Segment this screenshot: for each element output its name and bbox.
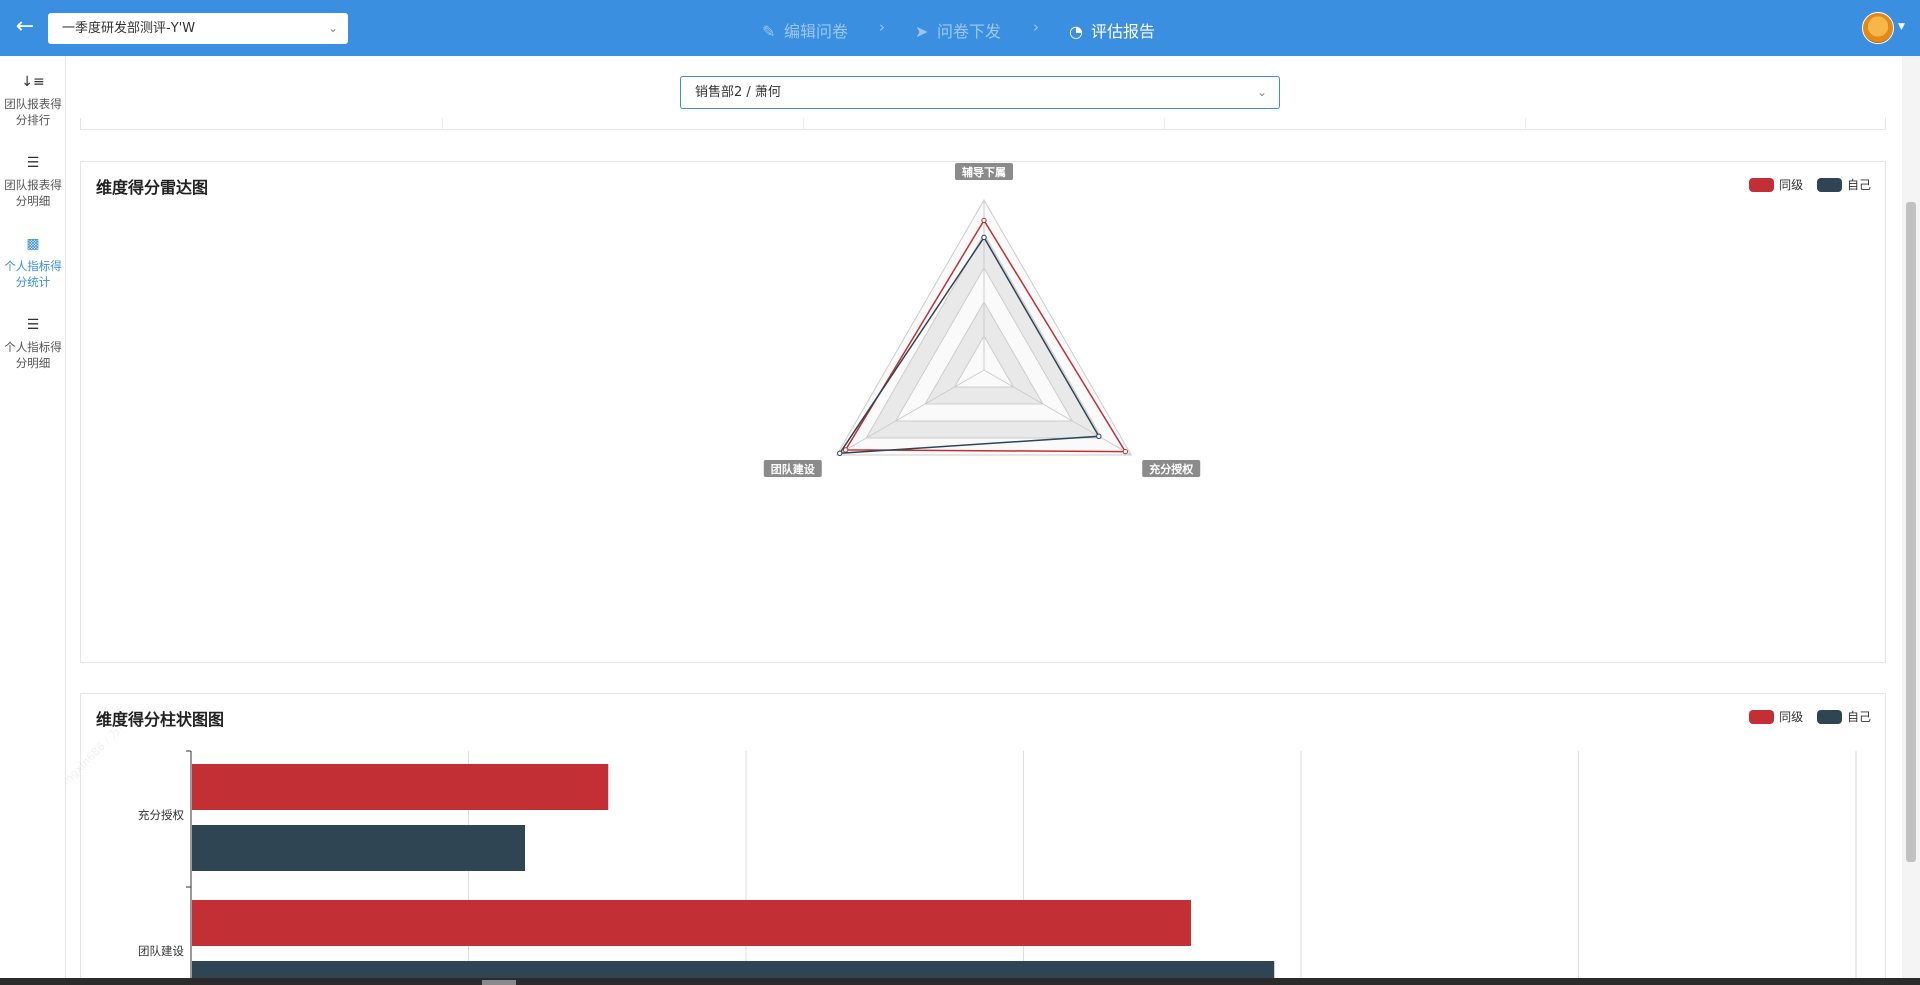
pencil-icon: ✎ [762, 22, 776, 41]
top-bar: ← 一季度研发部测评-Y'W ⌄ ✎ 编辑问卷 › ➤ 问卷下发 › ◔ 评估报告 ▼ [0, 0, 1920, 56]
step-distribute-survey[interactable]: ➤ 问卷下发 [915, 18, 1001, 42]
scrollbar-thumb[interactable] [1906, 202, 1916, 862]
caret-down-icon[interactable]: ▼ [1898, 22, 1905, 32]
chevron-down-icon: ⌄ [1256, 85, 1267, 99]
step-label: 编辑问卷 [784, 22, 849, 41]
radar-label-text: 充分授权 [1149, 462, 1194, 476]
vertical-scrollbar[interactable] [1902, 56, 1920, 985]
previous-table-bottom [80, 118, 1886, 130]
bar-category-label: 团队建设 [138, 944, 184, 958]
list-icon: ☰ [26, 317, 40, 333]
chevron-right-icon: › [879, 18, 885, 36]
sort-desc-icon: ↓≡ [21, 74, 45, 90]
horizontal-scrollbar[interactable] [0, 978, 1920, 985]
radar-data-point [981, 234, 987, 241]
main-content: 销售部2 / 萧何 ⌄ 维度得分雷达图 同级 自己 辅导下属 充分授权 团队建设 维… [66, 56, 1902, 985]
radar-indicator-label: 辅导下属 [955, 163, 1013, 180]
bar [192, 764, 609, 810]
bar-chart-icon: ▩ [26, 236, 40, 252]
nav-item-label: 个人指标得分统计 [4, 259, 62, 289]
survey-select-value: 一季度研发部测评-Y'W [62, 21, 196, 36]
bar [192, 900, 1191, 946]
radar-chart-card: 维度得分雷达图 同级 自己 辅导下属 充分授权 团队建设 [80, 161, 1886, 663]
radar-label-text: 辅导下属 [962, 165, 1006, 179]
chevron-right-icon: › [1033, 18, 1039, 36]
paper-plane-icon: ➤ [915, 22, 929, 41]
bar [192, 825, 525, 871]
pie-chart-icon: ◔ [1069, 22, 1083, 41]
nav-item-label: 个人指标得分明细 [4, 340, 62, 370]
step-label: 评估报告 [1091, 22, 1156, 41]
back-arrow-icon[interactable]: ← [12, 14, 38, 40]
radar-data-point [842, 447, 849, 453]
bar-category-label: 充分授权 [138, 808, 184, 822]
step-edit-survey[interactable]: ✎ 编辑问卷 [762, 18, 848, 42]
bar-chart: 充分授权团队建设 [138, 750, 1857, 985]
nav-item-personal-detail[interactable]: ☰ 个人指标得分明细 [0, 315, 66, 371]
avatar[interactable] [1862, 12, 1894, 44]
nav-item-team-detail[interactable]: ☰ 团队报表得分明细 [0, 153, 66, 209]
nav-item-label: 团队报表得分明细 [4, 178, 62, 208]
step-evaluation-report[interactable]: ◔ 评估报告 [1069, 18, 1155, 42]
nav-item-team-ranking[interactable]: ↓≡ 团队报表得分排行 [0, 72, 66, 128]
nav-item-personal-stats[interactable]: ▩ 个人指标得分统计 [0, 234, 66, 290]
scrollbar-thumb[interactable] [482, 980, 516, 985]
radar-data-point [1122, 448, 1129, 455]
person-select[interactable]: 销售部2 / 萧何 ⌄ [680, 76, 1280, 109]
radar-indicator-label: 团队建设 [763, 460, 822, 477]
radar-data-point [981, 217, 987, 224]
radar-data-point [1096, 433, 1102, 439]
list-icon: ☰ [26, 155, 40, 171]
radar-data-point [837, 450, 843, 456]
side-navigation: ↓≡ 团队报表得分排行 ☰ 团队报表得分明细 ▩ 个人指标得分统计 ☰ 个人指标… [0, 56, 66, 985]
person-select-value: 销售部2 / 萧何 [695, 85, 781, 100]
radar-label-text: 团队建设 [771, 462, 816, 476]
radar-chart: 辅导下属充分授权 团队建设 [763, 163, 1201, 477]
bar-chart-card: 维度得分柱状图图 同级 自己 充分授权 团队建设 [80, 693, 1886, 985]
step-label: 问卷下发 [937, 22, 1002, 41]
radar-indicator-label: 充分授权 [1142, 460, 1201, 477]
chevron-down-icon: ⌄ [327, 21, 338, 35]
survey-select[interactable]: 一季度研发部测评-Y'W ⌄ [48, 13, 348, 44]
nav-item-label: 团队报表得分排行 [4, 97, 62, 127]
